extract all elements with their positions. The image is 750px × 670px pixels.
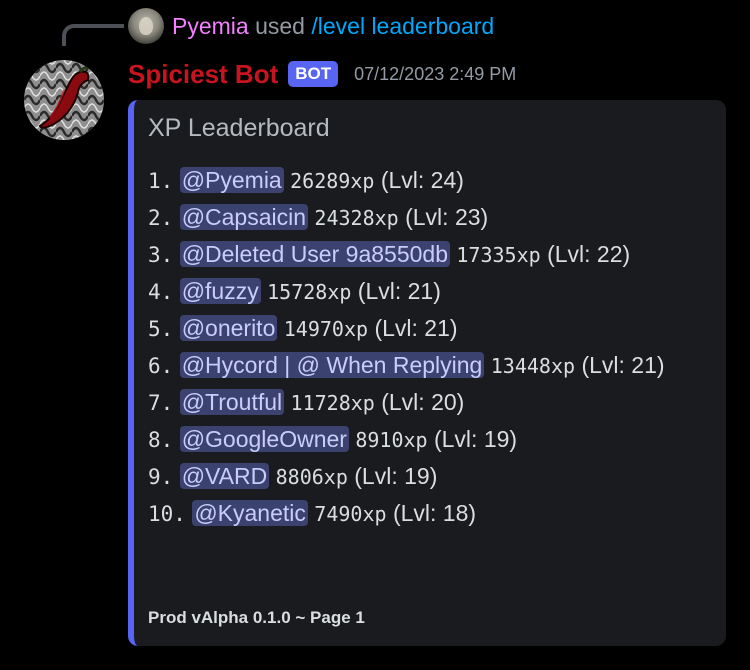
reply-context: Pyemia used /level leaderboard bbox=[172, 10, 494, 42]
chili-pepper-avatar-icon bbox=[24, 60, 104, 140]
user-mention[interactable]: @fuzzy bbox=[179, 278, 261, 304]
entry-xp: 17335xp bbox=[456, 243, 541, 267]
entry-level: (Lvl: 24) bbox=[380, 167, 464, 193]
entry-xp: 8910xp bbox=[355, 428, 428, 452]
leaderboard-entry: 2. @Capsaicin 24328xp (Lvl: 23) bbox=[148, 199, 708, 236]
user-mention[interactable]: @Troutful bbox=[179, 389, 285, 415]
reply-command[interactable]: /level leaderboard bbox=[311, 13, 494, 39]
user-mention[interactable]: @Deleted User 9a8550db bbox=[179, 241, 450, 267]
leaderboard-entry: 5. @onerito 14970xp (Lvl: 21) bbox=[148, 310, 708, 347]
entry-xp: 26289xp bbox=[290, 169, 375, 193]
entry-rank: 3. bbox=[148, 243, 174, 267]
entry-level: (Lvl: 18) bbox=[392, 500, 477, 526]
reply-user-avatar[interactable] bbox=[128, 8, 164, 44]
entry-xp: 11728xp bbox=[290, 391, 375, 415]
entry-rank: 4. bbox=[148, 280, 174, 304]
bot-badge: BOT bbox=[288, 61, 339, 87]
entry-xp: 13448xp bbox=[490, 354, 576, 378]
bot-avatar[interactable] bbox=[24, 60, 104, 140]
user-mention[interactable]: @VARD bbox=[179, 463, 270, 489]
leaderboard-entry: 3. @Deleted User 9a8550db 17335xp (Lvl: … bbox=[148, 236, 708, 273]
entry-xp: 14970xp bbox=[283, 317, 369, 341]
user-mention[interactable]: @GoogleOwner bbox=[179, 426, 349, 452]
entry-rank: 1. bbox=[148, 169, 174, 193]
reply-username[interactable]: Pyemia bbox=[172, 13, 249, 39]
user-mention[interactable]: @Capsaicin bbox=[179, 204, 309, 230]
user-avatar-icon bbox=[139, 17, 153, 35]
entry-level: (Lvl: 22) bbox=[547, 241, 631, 267]
leaderboard-entry: 7. @Troutful 11728xp (Lvl: 20) bbox=[148, 384, 708, 421]
entry-rank: 5. bbox=[148, 317, 174, 341]
user-mention[interactable]: @Kyanetic bbox=[192, 500, 308, 526]
leaderboard-entry: 10. @Kyanetic 7490xp (Lvl: 18) bbox=[148, 495, 708, 532]
embed-title: XP Leaderboard bbox=[148, 114, 330, 142]
bot-username[interactable]: Spiciest Bot bbox=[128, 59, 278, 90]
entry-xp: 7490xp bbox=[314, 502, 387, 526]
user-mention[interactable]: @onerito bbox=[179, 315, 278, 341]
user-mention[interactable]: @Hycord | @ When Replying bbox=[179, 352, 485, 378]
entry-rank: 9. bbox=[148, 465, 174, 489]
entry-level: (Lvl: 21) bbox=[374, 315, 458, 341]
leaderboard-list: 1. @Pyemia 26289xp (Lvl: 24) 2. @Capsaici… bbox=[148, 162, 708, 532]
entry-rank: 7. bbox=[148, 391, 174, 415]
discord-message-view: Pyemia used /level leaderboard Spiciest … bbox=[0, 0, 750, 670]
entry-level: (Lvl: 21) bbox=[581, 352, 665, 378]
entry-rank: 10. bbox=[148, 502, 186, 526]
entry-level: (Lvl: 19) bbox=[354, 463, 438, 489]
entry-level: (Lvl: 21) bbox=[357, 278, 441, 304]
leaderboard-entry: 4. @fuzzy 15728xp (Lvl: 21) bbox=[148, 273, 708, 310]
entry-rank: 6. bbox=[148, 354, 174, 378]
message-header: Spiciest Bot BOT 07/12/2023 2:49 PM bbox=[128, 56, 516, 92]
leaderboard-entry: 6. @Hycord | @ When Replying 13448xp (Lv… bbox=[148, 347, 708, 384]
embed-footer: Prod vAlpha 0.1.0 ~ Page 1 bbox=[148, 608, 365, 627]
entry-xp: 15728xp bbox=[267, 280, 352, 304]
leaderboard-entry: 8. @GoogleOwner 8910xp (Lvl: 19) bbox=[148, 421, 708, 458]
entry-level: (Lvl: 23) bbox=[405, 204, 489, 230]
leaderboard-embed: XP Leaderboard 1. @Pyemia 26289xp (Lvl: … bbox=[128, 100, 726, 646]
leaderboard-entry: 9. @VARD 8806xp (Lvl: 19) bbox=[148, 458, 708, 495]
user-mention[interactable]: @Pyemia bbox=[179, 167, 284, 193]
message-timestamp: 07/12/2023 2:49 PM bbox=[354, 63, 517, 84]
reply-connector-line bbox=[62, 24, 124, 46]
reply-used-text: used bbox=[248, 13, 312, 39]
leaderboard-entry: 1. @Pyemia 26289xp (Lvl: 24) bbox=[148, 162, 708, 199]
entry-rank: 8. bbox=[148, 428, 174, 452]
entry-rank: 2. bbox=[148, 206, 174, 230]
entry-xp: 24328xp bbox=[314, 206, 399, 230]
entry-level: (Lvl: 20) bbox=[381, 389, 465, 415]
entry-level: (Lvl: 19) bbox=[433, 426, 518, 452]
entry-xp: 8806xp bbox=[275, 465, 348, 489]
